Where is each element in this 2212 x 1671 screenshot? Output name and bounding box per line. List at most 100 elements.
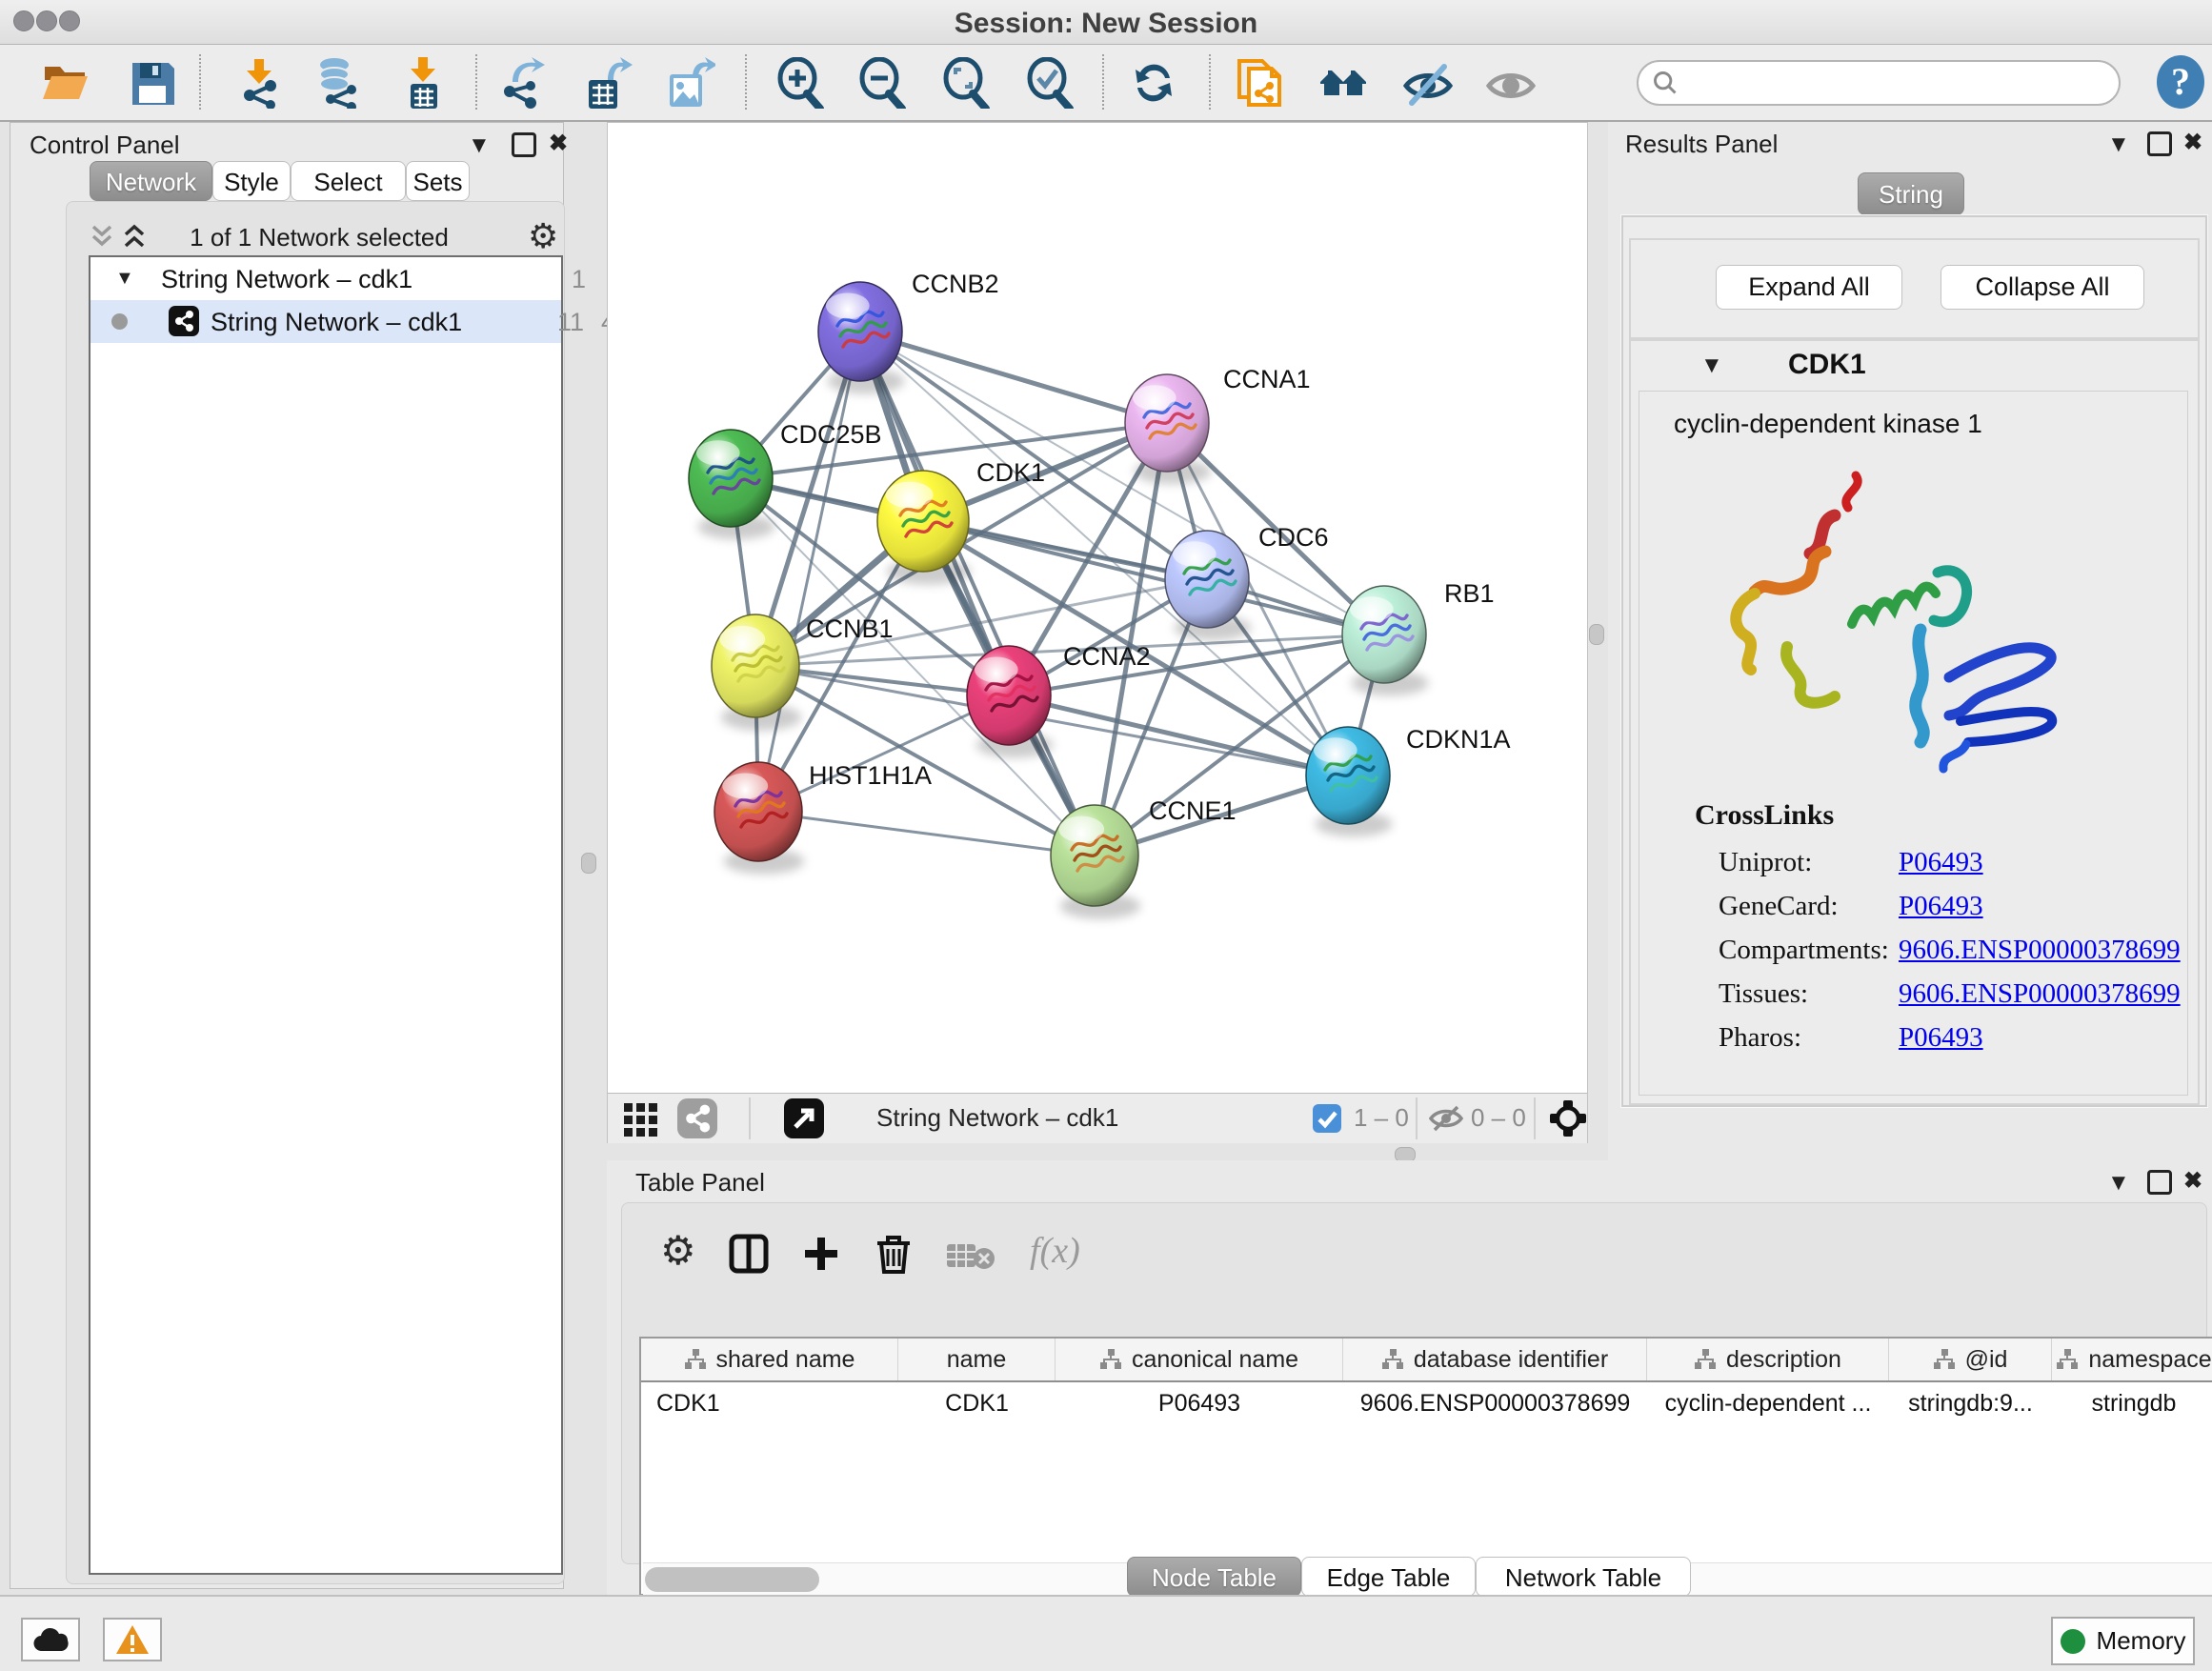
column-header: name bbox=[898, 1339, 1056, 1380]
crosslink-pharos-link[interactable]: P06493 bbox=[1899, 1022, 1983, 1054]
refresh-icon[interactable] bbox=[1128, 57, 1179, 109]
node-label-CCNA1: CCNA1 bbox=[1223, 365, 1311, 393]
network-node-RB1[interactable]: RB1 bbox=[1342, 579, 1495, 695]
collapse-panel-icon[interactable]: ▼ bbox=[2107, 133, 2130, 156]
float-panel-icon[interactable] bbox=[2147, 131, 2172, 156]
application-window: Session: New Session ? Control Panel bbox=[0, 0, 2212, 1671]
import-table-icon[interactable] bbox=[397, 57, 449, 109]
search-input[interactable] bbox=[1684, 64, 2107, 100]
network-row-selected[interactable]: String Network – cdk1 11 48 bbox=[90, 300, 561, 343]
network-share-icon bbox=[169, 306, 199, 336]
expand-all-button[interactable]: Expand All bbox=[1716, 265, 1902, 310]
table-options-gear-icon[interactable]: ⚙ bbox=[660, 1234, 696, 1268]
export-image-icon[interactable] bbox=[664, 57, 715, 109]
collapse-all-button[interactable]: Collapse All bbox=[1941, 265, 2144, 310]
tab-network[interactable]: Network bbox=[90, 161, 212, 201]
export-table-icon[interactable] bbox=[581, 57, 633, 109]
cloud-status-button[interactable] bbox=[21, 1618, 80, 1661]
left-splitter-handle[interactable] bbox=[581, 853, 596, 874]
edge-CCNB2-HIST1H1A[interactable] bbox=[758, 332, 860, 812]
import-database-icon[interactable] bbox=[312, 57, 363, 109]
node-description: cyclin-dependent kinase 1 bbox=[1674, 409, 1982, 439]
open-in-new-icon[interactable] bbox=[784, 1098, 824, 1138]
edge-CCNB2-CCNA1[interactable] bbox=[860, 332, 1167, 423]
help-button[interactable]: ? bbox=[2155, 54, 2206, 110]
save-session-icon[interactable] bbox=[127, 57, 178, 109]
network-label: String Network – cdk1 bbox=[211, 308, 462, 337]
crosslink-tissues-link[interactable]: 9606.ENSP00000378699 bbox=[1899, 978, 2181, 1010]
node-result-content: cyclin-dependent kinase 1 bbox=[1639, 391, 2188, 1096]
tree-expand-icon[interactable]: ▼ bbox=[115, 267, 134, 290]
results-panel: Results Panel ▼ ✖ String Expand All Coll… bbox=[1608, 122, 2212, 1162]
annotation-share-icon[interactable] bbox=[1234, 57, 1285, 109]
shared-column-icon bbox=[1694, 1348, 1717, 1371]
export-network-icon[interactable] bbox=[497, 57, 549, 109]
open-session-icon[interactable] bbox=[39, 57, 90, 109]
footer-separator bbox=[1534, 1097, 1536, 1139]
network-collection-row[interactable]: ▼ String Network – cdk1 1 bbox=[90, 257, 561, 300]
crosslinks-title: CrossLinks bbox=[1695, 799, 1834, 832]
network-node-CCNA1[interactable]: CCNA1 bbox=[1125, 365, 1311, 484]
network-node-CCNE1[interactable]: CCNE1 bbox=[1051, 796, 1237, 919]
zoom-in-icon[interactable] bbox=[774, 57, 826, 109]
scrollbar-thumb[interactable] bbox=[645, 1567, 819, 1592]
tab-style[interactable]: Style bbox=[212, 161, 291, 201]
collapse-panel-icon[interactable]: ▼ bbox=[2107, 1172, 2130, 1195]
tab-network-table[interactable]: Network Table bbox=[1476, 1557, 1691, 1597]
warnings-button[interactable] bbox=[103, 1618, 162, 1661]
birdseye-navigator-icon[interactable] bbox=[1549, 1099, 1587, 1137]
tab-string[interactable]: String bbox=[1858, 172, 1964, 215]
network-view-share-icon[interactable] bbox=[677, 1098, 717, 1138]
float-panel-icon[interactable] bbox=[2147, 1170, 2172, 1195]
expand-all-icon[interactable] bbox=[120, 223, 149, 252]
edge-HIST1H1A-CCNE1[interactable] bbox=[758, 812, 1095, 856]
network-node-CDC6[interactable]: CDC6 bbox=[1165, 523, 1329, 640]
zoom-out-icon[interactable] bbox=[856, 57, 908, 109]
crosslink-uniprot-link[interactable]: P06493 bbox=[1899, 847, 1983, 878]
collection-count: 1 bbox=[491, 265, 586, 294]
crosslink-genecard-link[interactable]: P06493 bbox=[1899, 891, 1983, 922]
toolbar-separator bbox=[745, 54, 747, 110]
hidden-eye-icon bbox=[1429, 1103, 1463, 1134]
tab-edge-table[interactable]: Edge Table bbox=[1301, 1557, 1476, 1597]
add-column-icon[interactable] bbox=[801, 1234, 841, 1274]
tab-sets[interactable]: Sets bbox=[406, 161, 470, 201]
network-node-CDKN1A[interactable]: CDKN1A bbox=[1306, 725, 1511, 836]
collapse-panel-icon[interactable]: ▼ bbox=[468, 134, 491, 157]
tab-node-table[interactable]: Node Table bbox=[1127, 1557, 1301, 1597]
hide-panels-icon[interactable] bbox=[1402, 57, 1454, 109]
show-columns-icon[interactable] bbox=[729, 1234, 769, 1274]
section-collapse-icon[interactable]: ▼ bbox=[1700, 354, 1723, 377]
collapse-all-icon[interactable] bbox=[88, 223, 116, 252]
node-result-section: ▼ CDK1 cyclin-dependent kinase 1 bbox=[1629, 339, 2200, 1105]
float-panel-icon[interactable] bbox=[512, 132, 536, 157]
close-panel-icon[interactable]: ✖ bbox=[549, 132, 568, 155]
network-options-gear-icon[interactable]: ⚙ bbox=[528, 219, 558, 253]
close-panel-icon[interactable]: ✖ bbox=[2183, 131, 2202, 154]
column-header: @id bbox=[1889, 1339, 2052, 1380]
memory-status-dot bbox=[2061, 1629, 2085, 1654]
import-network-icon[interactable] bbox=[233, 57, 285, 109]
zoom-selected-icon[interactable] bbox=[1024, 57, 1076, 109]
zoom-fit-icon[interactable] bbox=[940, 57, 992, 109]
crosslink-compartments-link[interactable]: 9606.ENSP00000378699 bbox=[1899, 935, 2181, 966]
close-panel-icon[interactable]: ✖ bbox=[2183, 1170, 2202, 1193]
home-networks-icon[interactable] bbox=[1318, 57, 1370, 109]
shared-column-icon bbox=[2056, 1348, 2079, 1371]
collection-label: String Network – cdk1 bbox=[161, 265, 412, 294]
show-panels-icon[interactable] bbox=[1485, 57, 1537, 109]
delete-table-icon bbox=[946, 1241, 995, 1270]
network-node-CDK1[interactable]: CDK1 bbox=[877, 458, 1045, 585]
crosslink-label: Uniprot: bbox=[1719, 847, 1812, 878]
network-canvas[interactable]: CCNB2CCNA1CDC25BCDK1CDC6RB1CCNB1CCNA2CDK… bbox=[608, 123, 1587, 1093]
section-title: CDK1 bbox=[1788, 349, 1866, 381]
shared-column-icon bbox=[1381, 1348, 1404, 1371]
network-node-HIST1H1A[interactable]: HIST1H1A bbox=[714, 761, 932, 875]
grid-view-icon[interactable] bbox=[622, 1099, 660, 1137]
tab-select[interactable]: Select bbox=[291, 161, 406, 201]
table-row[interactable]: CDK1 CDK1 P06493 9606.ENSP00000378699 cy… bbox=[641, 1382, 2212, 1424]
right-splitter-handle[interactable] bbox=[1589, 624, 1604, 645]
selected-checkbox-icon[interactable] bbox=[1313, 1104, 1341, 1133]
memory-button[interactable]: Memory bbox=[2051, 1617, 2195, 1665]
delete-column-icon[interactable] bbox=[874, 1232, 914, 1274]
